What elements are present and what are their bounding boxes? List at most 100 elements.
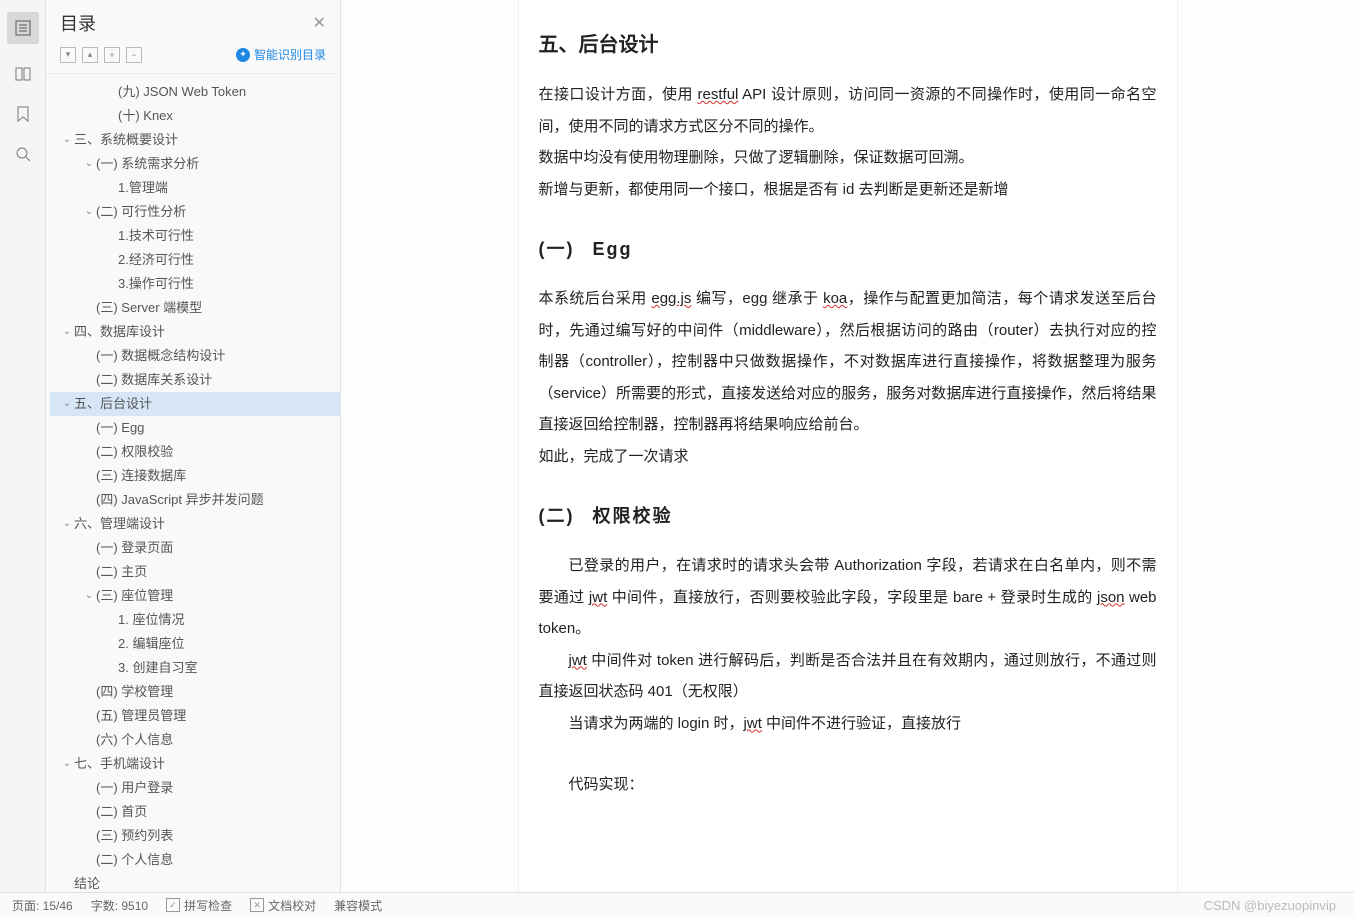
chevron-down-icon[interactable]: ⌄ (82, 154, 96, 174)
toc-item-label: (三) 连接数据库 (96, 466, 186, 486)
chevron-down-icon[interactable]: ⌄ (60, 754, 74, 774)
toc-item[interactable]: 1.管理端 (50, 176, 340, 200)
chevron-down-icon[interactable]: ⌄ (82, 202, 96, 222)
toc-item-label: (二) 权限校验 (96, 442, 173, 462)
document-area: 五、后台设计 在接口设计方面，使用 restful API 设计原则，访问同一资… (341, 0, 1354, 892)
check-icon: ✓ (166, 898, 180, 912)
toc-item-label: 七、手机端设计 (74, 754, 165, 774)
toc-item[interactable]: (一) Egg (50, 416, 340, 440)
toc-item[interactable]: (二) 主页 (50, 560, 340, 584)
toc-item[interactable]: 结论 (50, 872, 340, 892)
add-level-icon[interactable]: + (104, 47, 120, 63)
toc-item[interactable]: (二) 首页 (50, 800, 340, 824)
toc-item[interactable]: 1.技术可行性 (50, 224, 340, 248)
toc-title: 目录 (60, 10, 96, 36)
toc-item[interactable]: ⌄六、管理端设计 (50, 512, 340, 536)
paragraph: 在接口设计方面，使用 restful API 设计原则，访问同一资源的不同操作时… (539, 79, 1157, 142)
toc-item[interactable]: (十) Knex (50, 104, 340, 128)
toc-item[interactable]: (三) Server 端模型 (50, 296, 340, 320)
toc-item-label: (一) 系统需求分析 (96, 154, 199, 174)
status-page[interactable]: 页面: 15/46 (12, 897, 73, 914)
watermark: CSDN @biyezuopinvip (1204, 898, 1336, 913)
chevron-down-icon[interactable]: ⌄ (60, 322, 74, 342)
toc-item-label: (一) 用户登录 (96, 778, 173, 798)
paragraph: jwt 中间件对 token 进行解码后，判断是否合法并且在有效期内，通过则放行… (539, 645, 1157, 708)
toc-item[interactable]: (三) 连接数据库 (50, 464, 340, 488)
cross-icon: ✕ (250, 898, 264, 912)
smart-toc-button[interactable]: ✦ 智能识别目录 (236, 46, 326, 63)
toc-item-label: (二) 可行性分析 (96, 202, 186, 222)
toc-item-label: 六、管理端设计 (74, 514, 165, 534)
toc-panel: 目录 ✕ ▾ ▴ + − ✦ 智能识别目录 (九) JSON Web Token… (46, 0, 341, 892)
toc-item[interactable]: 3.操作可行性 (50, 272, 340, 296)
status-spellcheck[interactable]: ✓拼写检查 (166, 897, 232, 914)
smart-toc-label: 智能识别目录 (254, 46, 326, 63)
toc-item[interactable]: ⌄三、系统概要设计 (50, 128, 340, 152)
toc-item[interactable]: (二) 个人信息 (50, 848, 340, 872)
chevron-down-icon[interactable]: ⌄ (60, 514, 74, 534)
status-compat[interactable]: 兼容模式 (334, 897, 382, 914)
paragraph: 已登录的用户，在请求时的请求头会带 Authorization 字段，若请求在白… (539, 550, 1157, 645)
toc-item-label: (三) Server 端模型 (96, 298, 202, 318)
statusbar: 页面: 15/46 字数: 9510 ✓拼写检查 ✕文档校对 兼容模式 CSDN… (0, 892, 1354, 917)
chevron-down-icon[interactable]: ⌄ (60, 130, 74, 150)
toc-item[interactable]: 2. 编辑座位 (50, 632, 340, 656)
bookmark-icon[interactable] (13, 104, 33, 124)
toc-item[interactable]: (一) 用户登录 (50, 776, 340, 800)
toc-item[interactable]: (九) JSON Web Token (50, 80, 340, 104)
paragraph: 代码实现： (539, 769, 1157, 801)
chevron-down-icon[interactable]: ⌄ (82, 586, 96, 606)
toc-item-label: (二) 个人信息 (96, 850, 173, 870)
toc-item[interactable]: ⌄(一) 系统需求分析 (50, 152, 340, 176)
toc-item[interactable]: (二) 数据库关系设计 (50, 368, 340, 392)
toc-item[interactable]: (三) 预约列表 (50, 824, 340, 848)
toc-item[interactable]: (六) 个人信息 (50, 728, 340, 752)
toc-item[interactable]: ⌄(三) 座位管理 (50, 584, 340, 608)
close-icon[interactable]: ✕ (313, 13, 326, 33)
toc-item-label: 1. 座位情况 (118, 610, 184, 630)
toc-item-label: (三) 预约列表 (96, 826, 173, 846)
toc-item-label: (四) JavaScript 异步并发问题 (96, 490, 264, 510)
remove-level-icon[interactable]: − (126, 47, 142, 63)
toc-icon[interactable] (7, 12, 39, 44)
status-doccheck[interactable]: ✕文档校对 (250, 897, 316, 914)
toc-tree[interactable]: (九) JSON Web Token(十) Knex⌄三、系统概要设计⌄(一) … (46, 74, 340, 892)
toc-item[interactable]: 2.经济可行性 (50, 248, 340, 272)
toc-item[interactable]: 1. 座位情况 (50, 608, 340, 632)
toc-item[interactable]: (二) 权限校验 (50, 440, 340, 464)
toc-item[interactable]: 3. 创建自习室 (50, 656, 340, 680)
expand-all-icon[interactable]: ▴ (82, 47, 98, 63)
toc-item[interactable]: (五) 管理员管理 (50, 704, 340, 728)
collapse-all-icon[interactable]: ▾ (60, 47, 76, 63)
paragraph: 本系统后台采用 egg.js 编写，egg 继承于 koa，操作与配置更加简洁，… (539, 283, 1157, 441)
nav-icon[interactable] (13, 64, 33, 84)
toc-item[interactable]: ⌄七、手机端设计 (50, 752, 340, 776)
toc-item-label: (九) JSON Web Token (118, 82, 246, 102)
toc-item[interactable]: (四) 学校管理 (50, 680, 340, 704)
heading-5-1: (一)Egg (539, 235, 1157, 261)
toc-item[interactable]: (四) JavaScript 异步并发问题 (50, 488, 340, 512)
chevron-down-icon[interactable]: ⌄ (60, 394, 74, 414)
paragraph: 数据中均没有使用物理删除，只做了逻辑删除，保证数据可回溯。 (539, 142, 1157, 174)
toc-item[interactable]: (一) 数据概念结构设计 (50, 344, 340, 368)
toc-item-label: 四、数据库设计 (74, 322, 165, 342)
toc-item[interactable]: (一) 登录页面 (50, 536, 340, 560)
status-words[interactable]: 字数: 9510 (91, 897, 148, 914)
toc-item-label: 五、后台设计 (74, 394, 152, 414)
toc-item-label: 3.操作可行性 (118, 274, 194, 294)
paragraph: 新增与更新，都使用同一个接口，根据是否有 id 去判断是更新还是新增 (539, 174, 1157, 206)
toc-item[interactable]: ⌄五、后台设计 (50, 392, 340, 416)
toc-item-label: (二) 首页 (96, 802, 147, 822)
toc-item-label: 1.管理端 (118, 178, 168, 198)
toc-item-label: 三、系统概要设计 (74, 130, 178, 150)
toc-item-label: (六) 个人信息 (96, 730, 173, 750)
toc-item[interactable]: ⌄四、数据库设计 (50, 320, 340, 344)
search-icon[interactable] (13, 144, 33, 164)
toc-item-label: (一) 登录页面 (96, 538, 173, 558)
toc-item-label: (五) 管理员管理 (96, 706, 186, 726)
heading-5: 五、后台设计 (539, 28, 1157, 57)
heading-5-2: (二)权限校验 (539, 502, 1157, 528)
paragraph: 如此，完成了一次请求 (539, 441, 1157, 473)
icon-rail (0, 0, 46, 892)
toc-item[interactable]: ⌄(二) 可行性分析 (50, 200, 340, 224)
